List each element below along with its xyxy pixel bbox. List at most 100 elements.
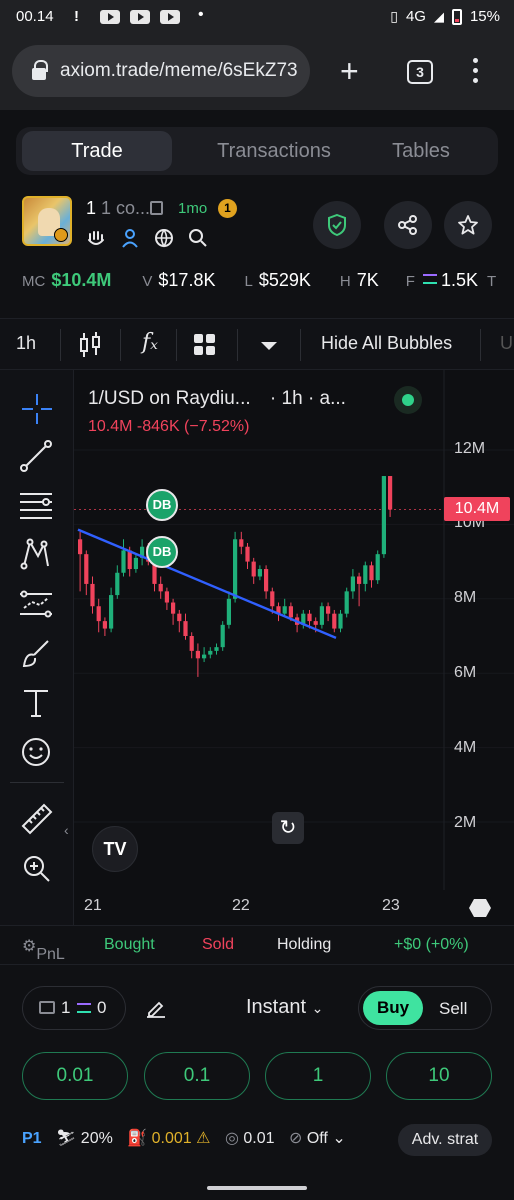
candle-body (202, 654, 207, 659)
youtube-icon (130, 10, 150, 24)
chart-toolbar: 1h fₓ Hide All Bubbles U (0, 318, 514, 370)
share-button[interactable] (384, 201, 432, 249)
youtube-icon (160, 10, 180, 24)
sell-tab[interactable]: Sell (439, 999, 467, 1019)
tradingview-logo[interactable]: TV (92, 826, 138, 872)
candle-body (78, 539, 83, 555)
user-icon[interactable] (120, 228, 140, 248)
y-tick: 2M (454, 814, 477, 831)
search-icon[interactable] (188, 228, 208, 248)
favorite-button[interactable] (444, 201, 492, 249)
trend-line-tool-icon[interactable] (20, 440, 52, 472)
text-tool-icon[interactable] (22, 688, 50, 718)
tab-tables[interactable]: Tables (356, 131, 486, 171)
bought-label: Bought (104, 936, 155, 953)
liquidity-value: $529K (258, 270, 311, 290)
chart-legend: 1/USD on Raydiu... · 1h · a... (88, 388, 346, 410)
candle-body (115, 572, 120, 596)
crosshair-icon[interactable] (20, 392, 54, 426)
buy-tab[interactable]: Buy (363, 991, 423, 1025)
advanced-strategy-button[interactable]: Adv. strat (398, 1124, 492, 1156)
token-avatar[interactable] (22, 196, 72, 246)
order-mode-select[interactable]: Instant ⌄ (246, 996, 323, 1019)
interval-selector[interactable]: 1h (16, 333, 36, 354)
y-tick: 4M (454, 739, 477, 756)
candle-body (158, 583, 163, 592)
amount-preset-button[interactable]: 0.01 (22, 1052, 128, 1100)
edit-icon[interactable] (146, 998, 166, 1018)
holding-label: Holding (277, 936, 332, 953)
pattern-tool-icon[interactable] (20, 538, 52, 570)
amount-preset-button[interactable]: 10 (386, 1052, 492, 1100)
t-label: T (487, 273, 497, 290)
candle-body (133, 557, 138, 570)
security-button[interactable] (313, 201, 361, 249)
candle-body (195, 650, 200, 659)
brush-icon[interactable] (20, 638, 52, 670)
pnl-toggle[interactable]: ⚙ PnL (22, 936, 65, 963)
candle-body (257, 569, 262, 577)
reset-chart-button[interactable]: ↻ (272, 812, 304, 844)
candle-body (270, 591, 275, 607)
globe-icon[interactable] (154, 228, 174, 248)
browser-toolbar: axiom.trade/meme/6sEkZ73 + 3 (0, 36, 514, 110)
indicators-button[interactable]: fₓ (142, 330, 158, 355)
forecast-tool-icon[interactable] (18, 588, 54, 620)
collapse-toolbar-icon[interactable]: ‹ (64, 822, 69, 838)
y-tick: 12M (454, 440, 486, 457)
wallet-selector[interactable]: 1 0 (22, 986, 126, 1030)
preset-label[interactable]: P1 (22, 1130, 42, 1147)
chevron-down-icon: ⌄ (332, 1130, 346, 1147)
chart-change: 10.4M -846K (−7.52%) (88, 418, 250, 435)
url-bar[interactable]: axiom.trade/meme/6sEkZ73 (12, 45, 310, 97)
candle-body (344, 591, 349, 614)
tab-transactions[interactable]: Transactions (184, 131, 364, 171)
ruler-icon[interactable] (20, 802, 54, 836)
candle-body (338, 613, 343, 629)
candles-icon[interactable] (78, 331, 102, 359)
dev-buy-bubble[interactable]: DB (146, 536, 178, 568)
volume-label: V (142, 273, 153, 290)
emoji-tool-icon[interactable] (20, 736, 52, 768)
app-root: 00.14 ! • ▯ 4G ◢ 15% axiom.trade/meme/6s… (0, 0, 514, 1200)
copy-icon[interactable] (150, 201, 163, 215)
candle-body (127, 550, 132, 570)
priority-fee-value: 0.001 (151, 1130, 192, 1147)
browser-menu-button[interactable] (468, 58, 482, 83)
home-indicator[interactable] (207, 1186, 307, 1190)
lock-icon (32, 60, 48, 80)
wallet-icon (39, 1001, 55, 1014)
candle-body (245, 546, 250, 562)
toolbar-overflow-item[interactable]: U (500, 333, 513, 354)
holders-value: 7K (356, 270, 379, 290)
vibrate-icon: ▯ (390, 8, 398, 24)
candle-body (288, 606, 293, 618)
chart-settings-icon[interactable] (468, 898, 492, 918)
tab-trade[interactable]: Trade (22, 131, 172, 171)
chevron-down-icon[interactable] (260, 341, 278, 351)
hide-bubbles-button[interactable]: Hide All Bubbles (321, 333, 452, 354)
fib-retracement-icon[interactable] (18, 490, 54, 522)
candle-body (109, 595, 114, 629)
hand-icon[interactable] (86, 228, 106, 248)
chart-interval-info: · 1h · a... (269, 388, 346, 409)
token-rank-badge: 1 (218, 199, 237, 218)
slippage-icon: ⛷ (56, 1130, 77, 1147)
token-age: 1mo (178, 200, 208, 217)
trade-settings-row[interactable]: P1 ⛷ 20% ⛽ 0.001 ⚠ ◎ 0.01 ⊘ Off ⌄ (22, 1128, 346, 1148)
new-tab-button[interactable]: + (340, 55, 359, 87)
status-time: 00.14 (16, 8, 54, 25)
tab-switcher-button[interactable]: 3 (407, 60, 433, 84)
signal-icon: ◢ (433, 8, 444, 24)
layouts-icon[interactable] (193, 333, 217, 357)
candle-body (332, 613, 337, 629)
pnl-row: ⚙ PnL Bought Sold Holding +$0 (+0%) (0, 925, 514, 965)
amount-preset-button[interactable]: 1 (265, 1052, 371, 1100)
dev-buy-bubble[interactable]: DB (146, 489, 178, 521)
token-symbol: 1 (86, 198, 97, 218)
network-label: 4G (405, 8, 426, 25)
solana-icon (422, 274, 437, 284)
zoom-in-icon[interactable] (22, 854, 52, 884)
fees-label: F (405, 273, 415, 290)
amount-preset-button[interactable]: 0.1 (144, 1052, 250, 1100)
